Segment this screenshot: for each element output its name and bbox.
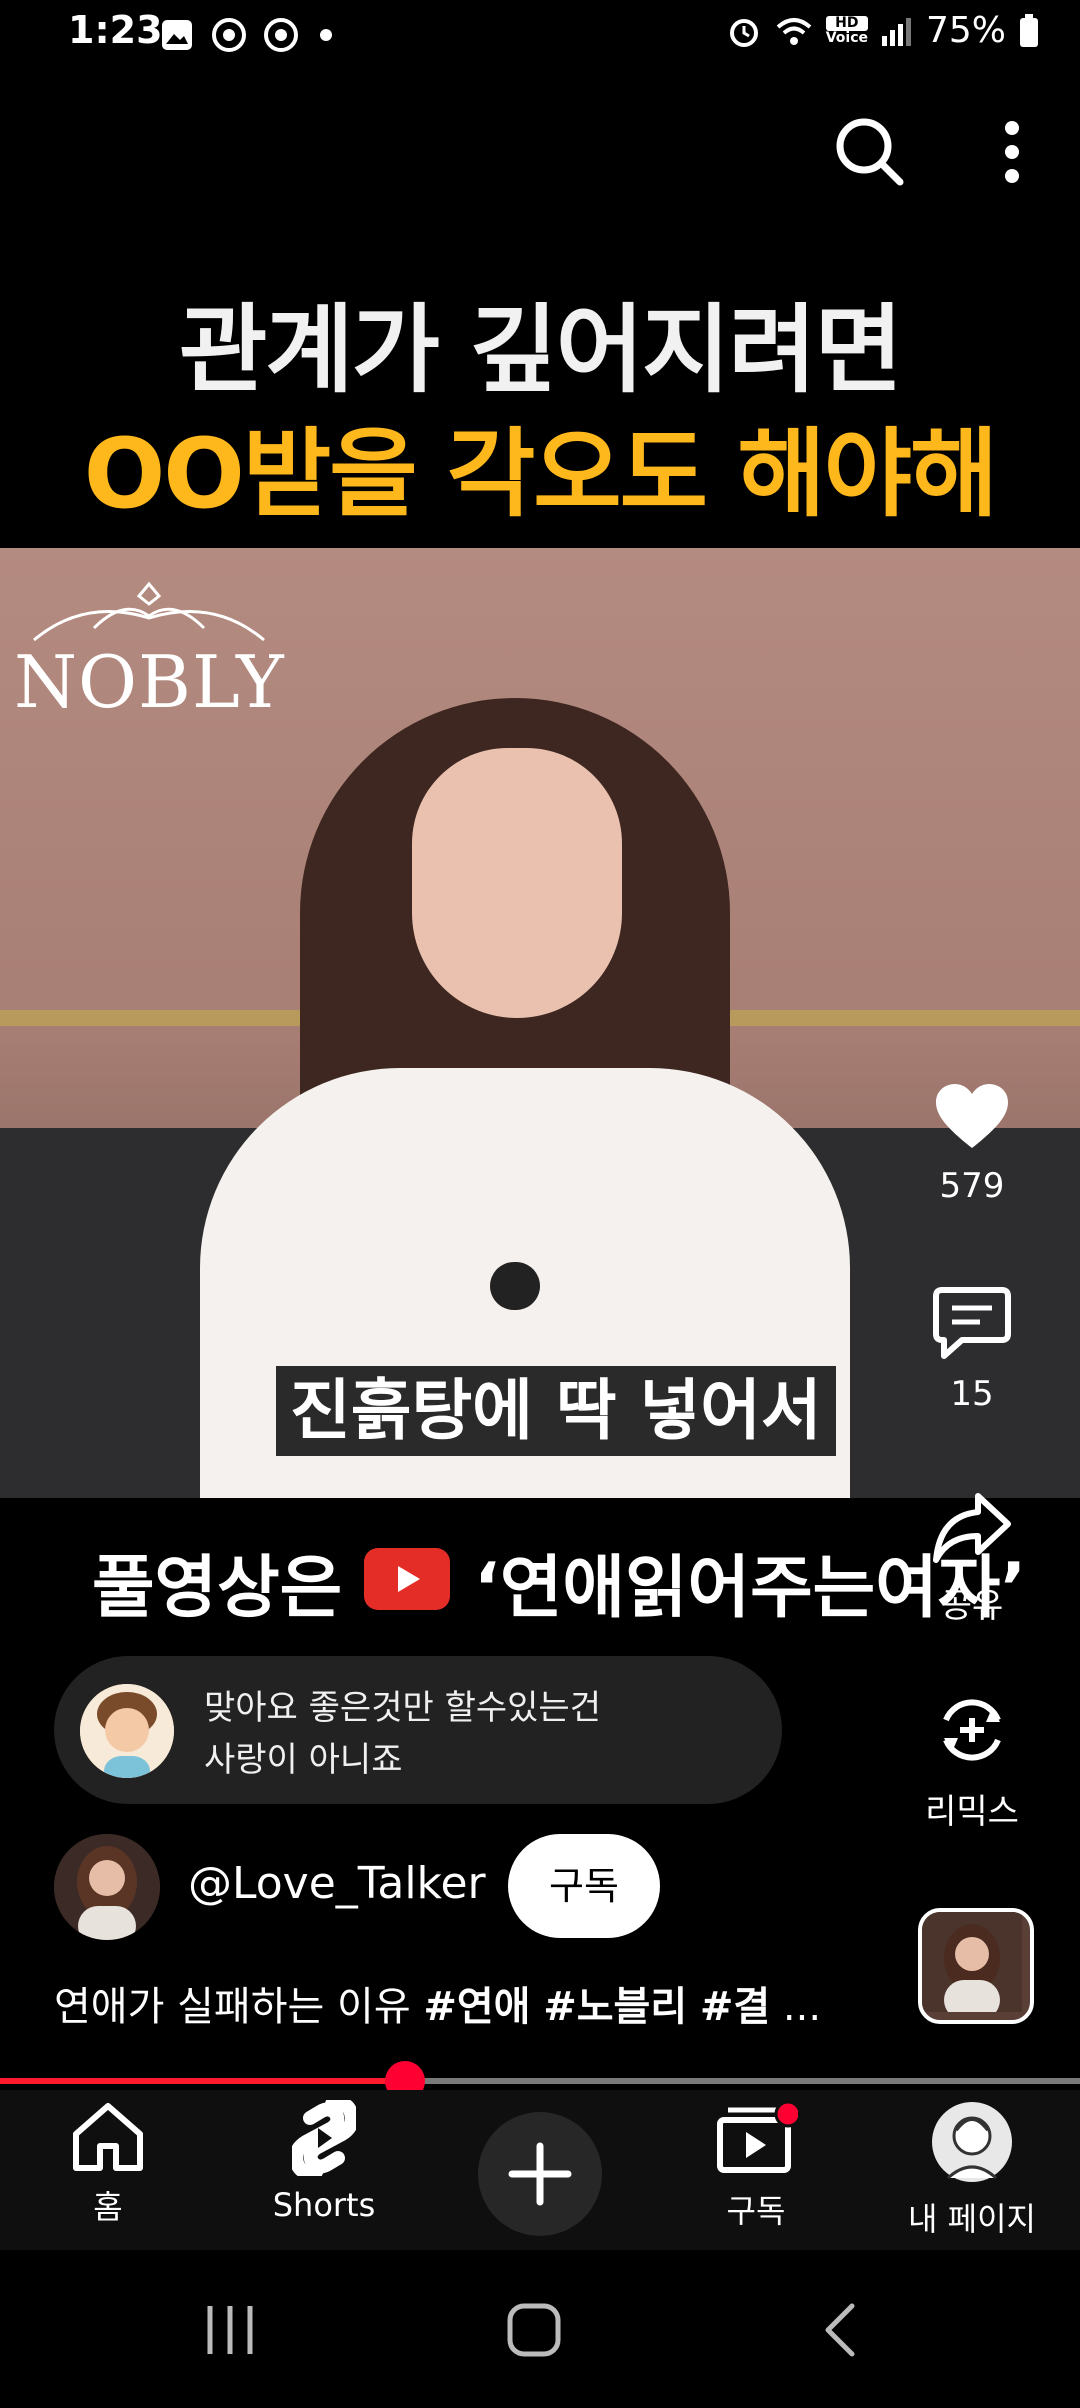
comment-line-1: 맞아요 좋은것만 할수있는건	[204, 1688, 601, 1728]
status-bar: 1:23 HD Voice 75%	[0, 0, 1080, 66]
channel-handle[interactable]: @Love_Talker	[188, 1858, 486, 1909]
search-icon	[836, 118, 904, 186]
hd-voice-icon: HD Voice	[825, 14, 868, 46]
share-icon	[933, 1493, 1011, 1563]
comment-line-2: 사랑이 아니죠	[204, 1740, 403, 1780]
wifi-icon	[776, 17, 812, 45]
comment-text: 맞아요 좋은것만 할수있는건 사랑이 아니죠	[204, 1682, 601, 1786]
subscriptions-icon	[717, 2100, 802, 2173]
home-system-button[interactable]	[504, 2300, 564, 2360]
video-subtitle: 진흙탕에 딱 넣어서	[276, 1366, 836, 1456]
remix-icon	[943, 1699, 1001, 1761]
top-bar	[0, 66, 1080, 206]
chrome-icon-2	[264, 18, 298, 52]
comment-icon	[933, 1287, 1011, 1359]
video-description[interactable]: 연애가 실패하는 이유 #연애 #노블리 #결 ...	[54, 1974, 821, 2032]
status-time: 1:23	[68, 8, 163, 52]
plus-icon	[508, 2142, 572, 2206]
commenter-avatar	[80, 1684, 174, 1778]
comment-preview[interactable]: 맞아요 좋은것만 할수있는건 사랑이 아니죠	[54, 1656, 782, 1804]
comments-button[interactable]: 15	[900, 1284, 1044, 1414]
sound-thumbnail[interactable]	[918, 1908, 1034, 2024]
gallery-icon	[162, 20, 192, 50]
bottom-nav: 홈 Shorts 구독 내 페이지	[0, 2090, 1080, 2250]
notification-icons	[160, 18, 336, 52]
hashtag-2[interactable]: #노블리	[543, 1984, 687, 2030]
share-label: 공유	[940, 1586, 1004, 1626]
home-icon	[73, 2103, 143, 2171]
chrome-icon	[212, 18, 246, 52]
signal-icon	[881, 17, 911, 46]
heart-icon	[936, 1084, 1008, 1148]
progress-fill	[0, 2078, 405, 2084]
youtube-logo-icon	[364, 1548, 450, 1610]
channel-avatar[interactable]	[54, 1834, 160, 1940]
comment-count: 15	[950, 1374, 994, 1414]
description-ellipsis: ...	[782, 1984, 822, 2030]
nav-subscriptions[interactable]: 구독	[656, 2100, 856, 2232]
logo-text: NOBLY	[14, 640, 285, 724]
nav-home-label: 홈	[93, 2188, 123, 2226]
nav-subscriptions-label: 구독	[726, 2192, 786, 2230]
nav-my-page-label: 내 페이지	[908, 2200, 1036, 2238]
hashtag-3[interactable]: #결	[700, 1984, 770, 2030]
search-button[interactable]	[830, 112, 910, 192]
remix-button[interactable]: 리믹스	[900, 1690, 1044, 1833]
profile-avatar-icon	[932, 2102, 1012, 2182]
battery-percent: 75%	[925, 10, 1006, 51]
share-button[interactable]: 공유	[900, 1490, 1044, 1627]
like-button[interactable]: 579	[900, 1082, 1044, 1206]
shorts-icon	[288, 2096, 360, 2180]
hashtag-1[interactable]: #연애	[423, 1984, 530, 2030]
create-button[interactable]	[478, 2112, 602, 2236]
back-button[interactable]	[812, 2300, 872, 2360]
nobly-crown-logo	[33, 581, 265, 642]
system-nav-bar	[0, 2250, 1080, 2408]
nav-shorts-label: Shorts	[272, 2186, 376, 2224]
video-title-line2: OO받을 각오도 해야해	[83, 418, 999, 530]
video-title-line1: 관계가 깊어지려면	[179, 294, 903, 406]
status-right: HD Voice 75%	[726, 10, 1040, 51]
lapel-mic	[490, 1262, 540, 1310]
subscribe-button[interactable]: 구독	[508, 1834, 660, 1938]
presenter-face	[412, 748, 622, 1018]
more-options-button[interactable]	[992, 112, 1032, 192]
like-count: 579	[939, 1166, 1005, 1206]
description-text: 연애가 실패하는 이유	[54, 1984, 424, 2030]
remix-label: 리믹스	[925, 1792, 1019, 1832]
dot-icon	[320, 29, 332, 41]
promo-text-left: 풀영상은	[92, 1549, 343, 1628]
battery-icon	[1020, 13, 1038, 47]
nav-my-page[interactable]: 내 페이지	[872, 2100, 1072, 2240]
nav-home[interactable]: 홈	[8, 2100, 208, 2228]
nav-shorts[interactable]: Shorts	[224, 2096, 424, 2224]
more-vert-icon	[1005, 121, 1019, 183]
recent-apps-button[interactable]	[200, 2300, 260, 2360]
alarm-icon	[729, 18, 758, 47]
